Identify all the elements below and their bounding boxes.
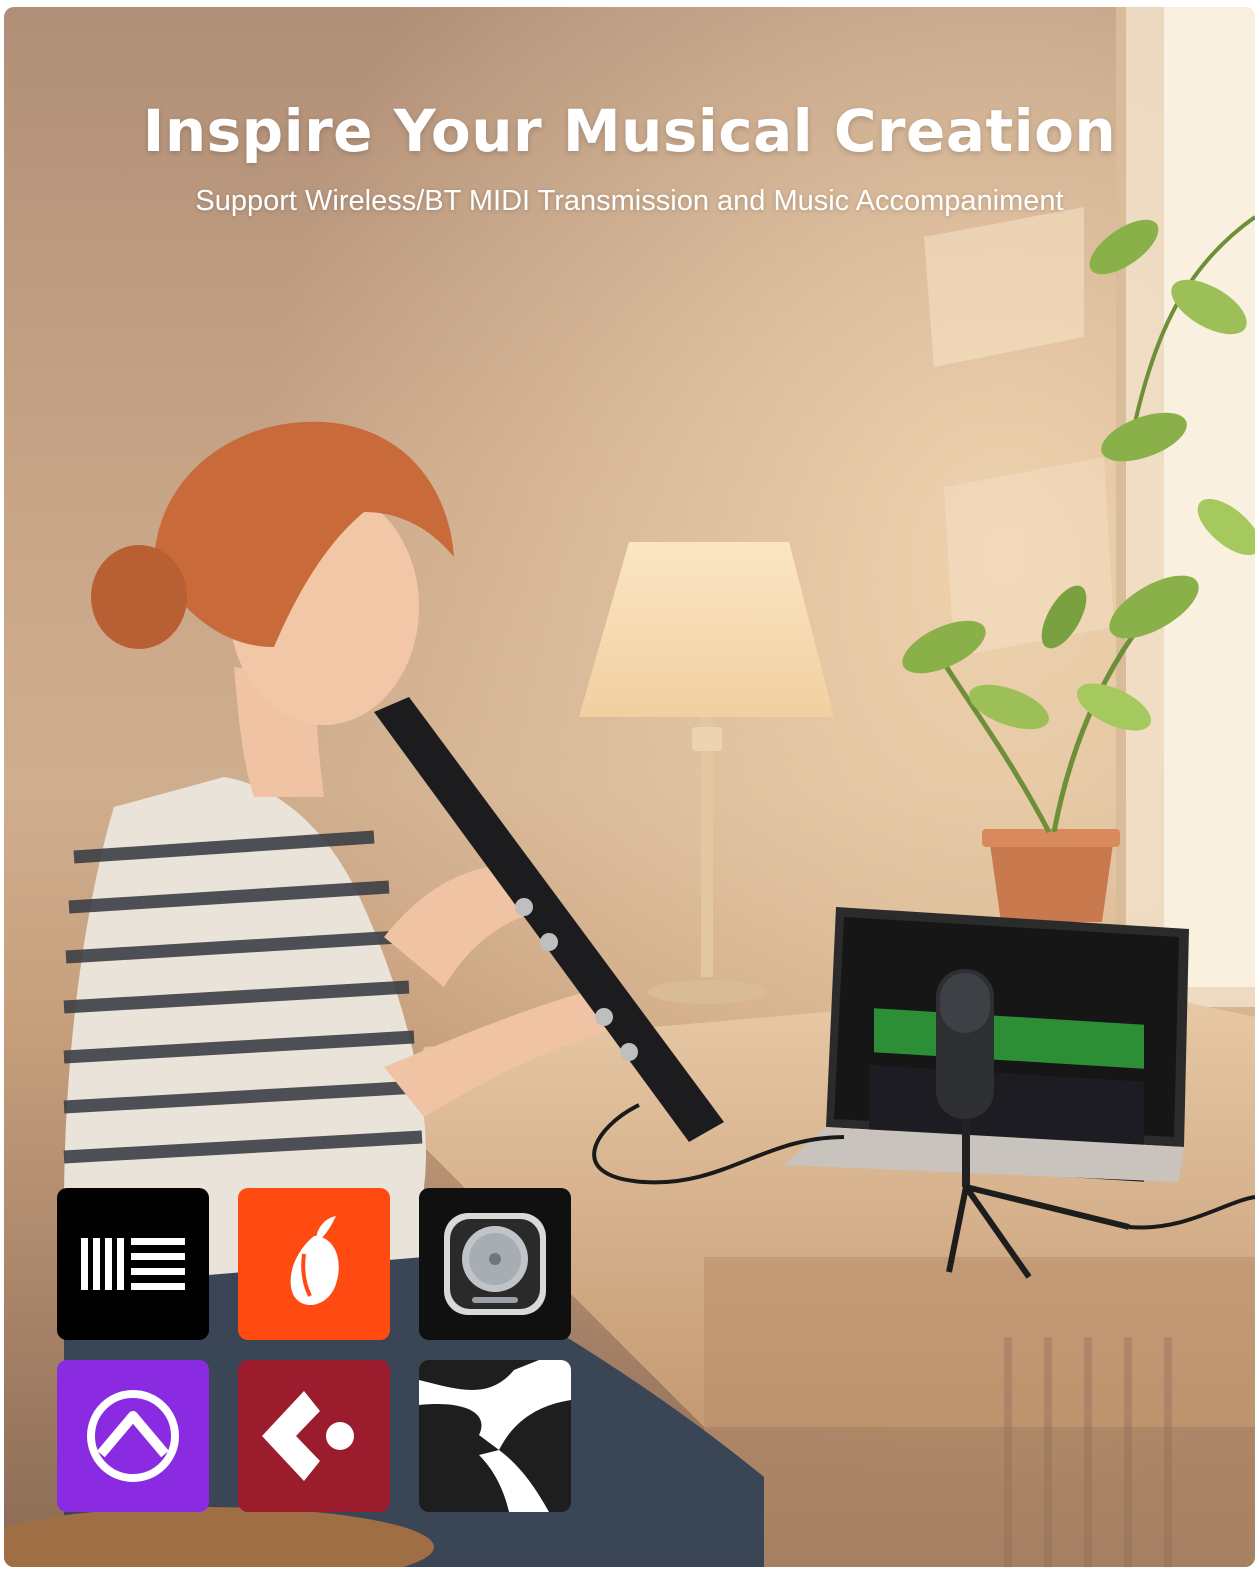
fl-studio-icon xyxy=(238,1188,390,1340)
subheadline: Support Wireless/BT MIDI Transmission an… xyxy=(195,185,1064,217)
studio-one-icon xyxy=(419,1360,571,1512)
logic-pro-icon xyxy=(419,1188,571,1340)
ableton-live-icon xyxy=(57,1188,209,1340)
headline: Inspire Your Musical Creation xyxy=(142,97,1117,165)
daw-logo-grid xyxy=(57,1188,577,1518)
pro-tools-icon xyxy=(57,1360,209,1512)
cubase-icon xyxy=(238,1360,390,1512)
product-banner: Inspire Your Musical Creation Support Wi… xyxy=(4,7,1255,1567)
